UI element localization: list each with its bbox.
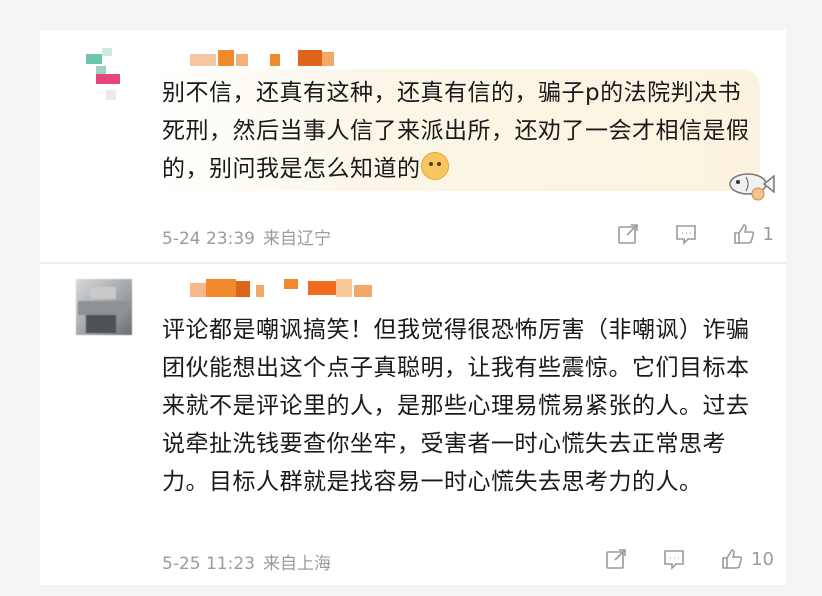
thumbs-up-icon (722, 549, 743, 569)
share-button[interactable] (615, 221, 641, 247)
comment-location: 来自辽宁 (262, 229, 331, 249)
fish-sticker-icon (729, 173, 775, 201)
comment-actions: 1 (583, 221, 774, 247)
like-count: 10 (751, 548, 774, 570)
comment-date: 5-24 23:39 (162, 229, 255, 249)
username-blurred[interactable] (190, 50, 340, 68)
like-button[interactable]: 10 (719, 546, 774, 572)
avatar[interactable] (76, 279, 132, 335)
share-icon (617, 224, 638, 244)
reply-button[interactable] (673, 221, 699, 247)
thumbs-up-icon (733, 224, 754, 244)
username-blurred[interactable] (190, 279, 375, 297)
comment-icon (664, 550, 684, 570)
reply-button[interactable] (661, 546, 687, 572)
share-icon (606, 549, 626, 569)
like-count: 1 (762, 223, 774, 245)
comment-text: 别不信，还真有这种，还真有信的，骗子p的法院判决书死刑，然后当事人信了来派出所，… (162, 80, 750, 182)
comment-location: 来自上海 (262, 554, 331, 574)
avatar[interactable] (82, 48, 138, 104)
comment-text: 评论都是嘲讽搞笑！但我觉得很恐怖厉害（非嘲讽）诈骗团伙能想出这个点子真聪明，让我… (162, 317, 750, 495)
share-button[interactable] (603, 546, 629, 572)
comment-actions: 10 (571, 546, 774, 572)
comment-meta: 5-25 11:23 来自上海 (162, 549, 339, 574)
comment-meta: 5-24 23:39 来自辽宁 (162, 224, 339, 249)
like-button[interactable]: 1 (731, 221, 774, 247)
doge-icon (420, 152, 449, 180)
comment-date: 5-25 11:23 (162, 554, 255, 574)
comment-icon (675, 225, 696, 245)
